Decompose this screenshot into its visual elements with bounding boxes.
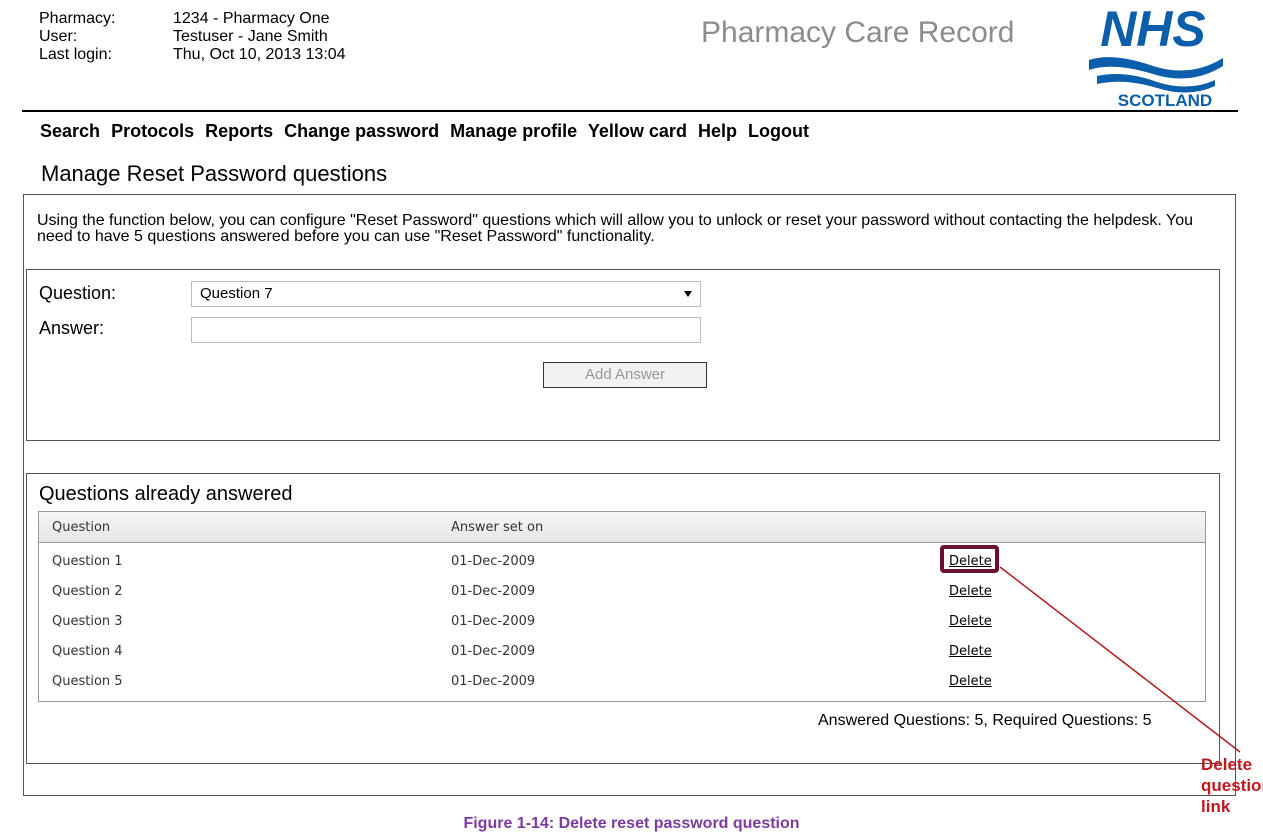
row-question: Question 4 xyxy=(52,644,123,659)
intro-text: Using the function below, you can config… xyxy=(37,212,1194,245)
main-nav: Search Protocols Reports Change password… xyxy=(40,121,815,142)
nav-help[interactable]: Help xyxy=(698,121,737,141)
answer-label: Answer: xyxy=(39,318,105,338)
delete-link[interactable]: Delete xyxy=(949,644,992,659)
figure-caption: Figure 1-14: Delete reset password quest… xyxy=(463,815,800,832)
nav-search[interactable]: Search xyxy=(40,121,100,141)
pharmacy-value: 1234 - Pharmacy One xyxy=(173,10,330,27)
nav-yellow-card[interactable]: Yellow card xyxy=(588,121,687,141)
user-value: Testuser - Jane Smith xyxy=(173,28,328,45)
column-header-answer-set-on: Answer set on xyxy=(451,520,544,535)
app-title: Pharmacy Care Record xyxy=(701,16,1015,49)
delete-highlight-box xyxy=(940,545,999,573)
table-header: Question Answer set on xyxy=(39,512,1205,543)
callout-label: Delete question link xyxy=(1201,755,1263,816)
row-date: 01-Dec-2009 xyxy=(451,554,536,569)
delete-link[interactable]: Delete xyxy=(949,584,992,599)
answered-summary: Answered Questions: 5, Required Question… xyxy=(818,712,1152,729)
nav-change-password[interactable]: Change password xyxy=(284,121,439,141)
question-select[interactable]: Question 7 xyxy=(191,281,701,307)
row-date: 01-Dec-2009 xyxy=(451,614,536,629)
delete-link[interactable]: Delete xyxy=(949,674,992,689)
answer-input[interactable] xyxy=(191,317,701,343)
pharmacy-label: Pharmacy: xyxy=(39,10,116,27)
last-login-value: Thu, Oct 10, 2013 13:04 xyxy=(173,46,346,63)
logo-nhs-text: NHS xyxy=(1100,1,1206,57)
nav-logout[interactable]: Logout xyxy=(748,121,809,141)
delete-link[interactable]: Delete xyxy=(949,614,992,629)
nhs-scotland-logo: NHS SCOTLAND xyxy=(1089,1,1223,110)
add-answer-button[interactable]: Add Answer xyxy=(543,362,707,388)
row-question: Question 5 xyxy=(52,674,123,689)
last-login-label: Last login: xyxy=(39,46,112,63)
row-question: Question 3 xyxy=(52,614,123,629)
logo-scotland-text: SCOTLAND xyxy=(1118,91,1212,110)
row-date: 01-Dec-2009 xyxy=(451,584,536,599)
nav-protocols[interactable]: Protocols xyxy=(111,121,194,141)
question-select-value: Question 7 xyxy=(200,285,273,302)
row-question: Question 2 xyxy=(52,584,123,599)
chevron-down-icon xyxy=(684,291,692,297)
logo-wave-small-icon xyxy=(1097,74,1215,93)
nav-reports[interactable]: Reports xyxy=(205,121,273,141)
answered-table: Question Answer set on Question 1 01-Dec… xyxy=(38,511,1206,702)
row-date: 01-Dec-2009 xyxy=(451,674,536,689)
row-date: 01-Dec-2009 xyxy=(451,644,536,659)
question-label: Question: xyxy=(39,283,117,303)
header-divider xyxy=(22,110,1238,112)
page-title: Manage Reset Password questions xyxy=(41,161,388,186)
nav-manage-profile[interactable]: Manage profile xyxy=(450,121,577,141)
user-label: User: xyxy=(39,28,78,45)
column-header-question: Question xyxy=(52,520,111,535)
answered-title: Questions already answered xyxy=(39,483,293,505)
row-question: Question 1 xyxy=(52,554,123,569)
